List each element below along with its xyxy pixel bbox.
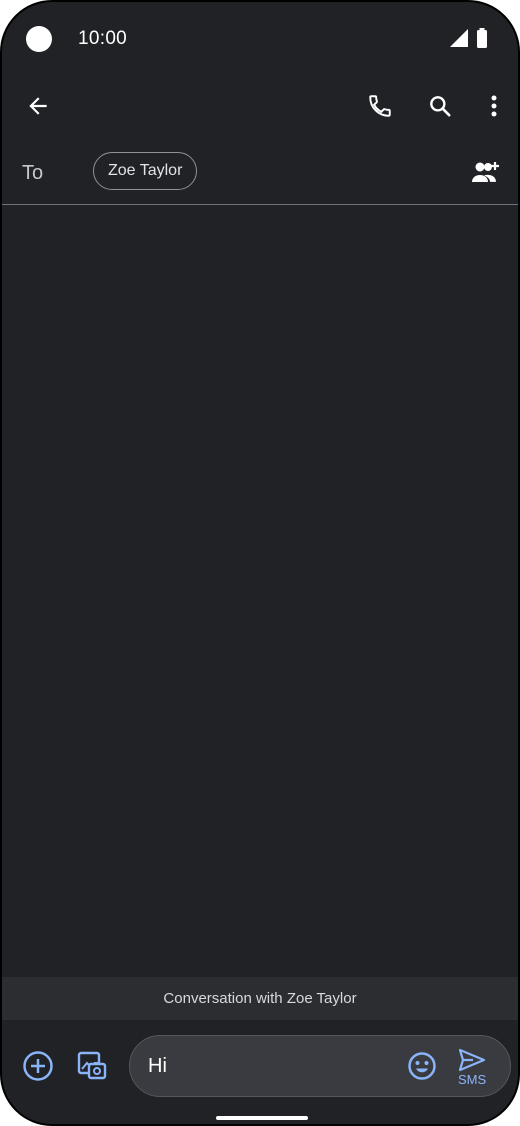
send-sms-label[interactable]: SMS	[458, 1072, 486, 1087]
battery-icon	[476, 28, 488, 53]
recipient-chip-name: Zoe Taylor	[108, 162, 183, 179]
status-time: 10:00	[78, 28, 128, 49]
compose-bar: Hi	[2, 1022, 518, 1112]
back-arrow-icon[interactable]	[16, 84, 60, 128]
toolbar	[2, 78, 518, 138]
messages-area	[2, 205, 518, 975]
emoji-icon[interactable]	[400, 1044, 444, 1088]
gallery-icon[interactable]	[70, 1044, 114, 1088]
recipient-chip[interactable]: Zoe Taylor	[93, 152, 198, 190]
more-vert-icon[interactable]	[472, 84, 516, 128]
search-icon[interactable]	[418, 84, 462, 128]
message-input[interactable]: Hi	[129, 1035, 511, 1097]
signal-icon	[450, 29, 468, 52]
status-icons	[450, 28, 488, 53]
phone-screen: 10:00 To Zoe Taylor Conversation with Zo…	[0, 0, 520, 1126]
conversation-banner-text: Conversation with Zoe Taylor	[163, 990, 357, 1007]
add-circle-icon[interactable]	[16, 1044, 60, 1088]
recipient-row: To Zoe Taylor	[2, 142, 518, 205]
message-input-text: Hi	[148, 1055, 167, 1077]
conversation-banner: Conversation with Zoe Taylor	[2, 977, 518, 1020]
home-indicator[interactable]	[216, 1116, 308, 1120]
to-label: To	[22, 162, 44, 184]
status-bar: 10:00	[2, 2, 518, 74]
add-person-icon[interactable]	[464, 151, 508, 195]
phone-icon[interactable]	[358, 84, 402, 128]
camera-cutout	[26, 26, 52, 52]
